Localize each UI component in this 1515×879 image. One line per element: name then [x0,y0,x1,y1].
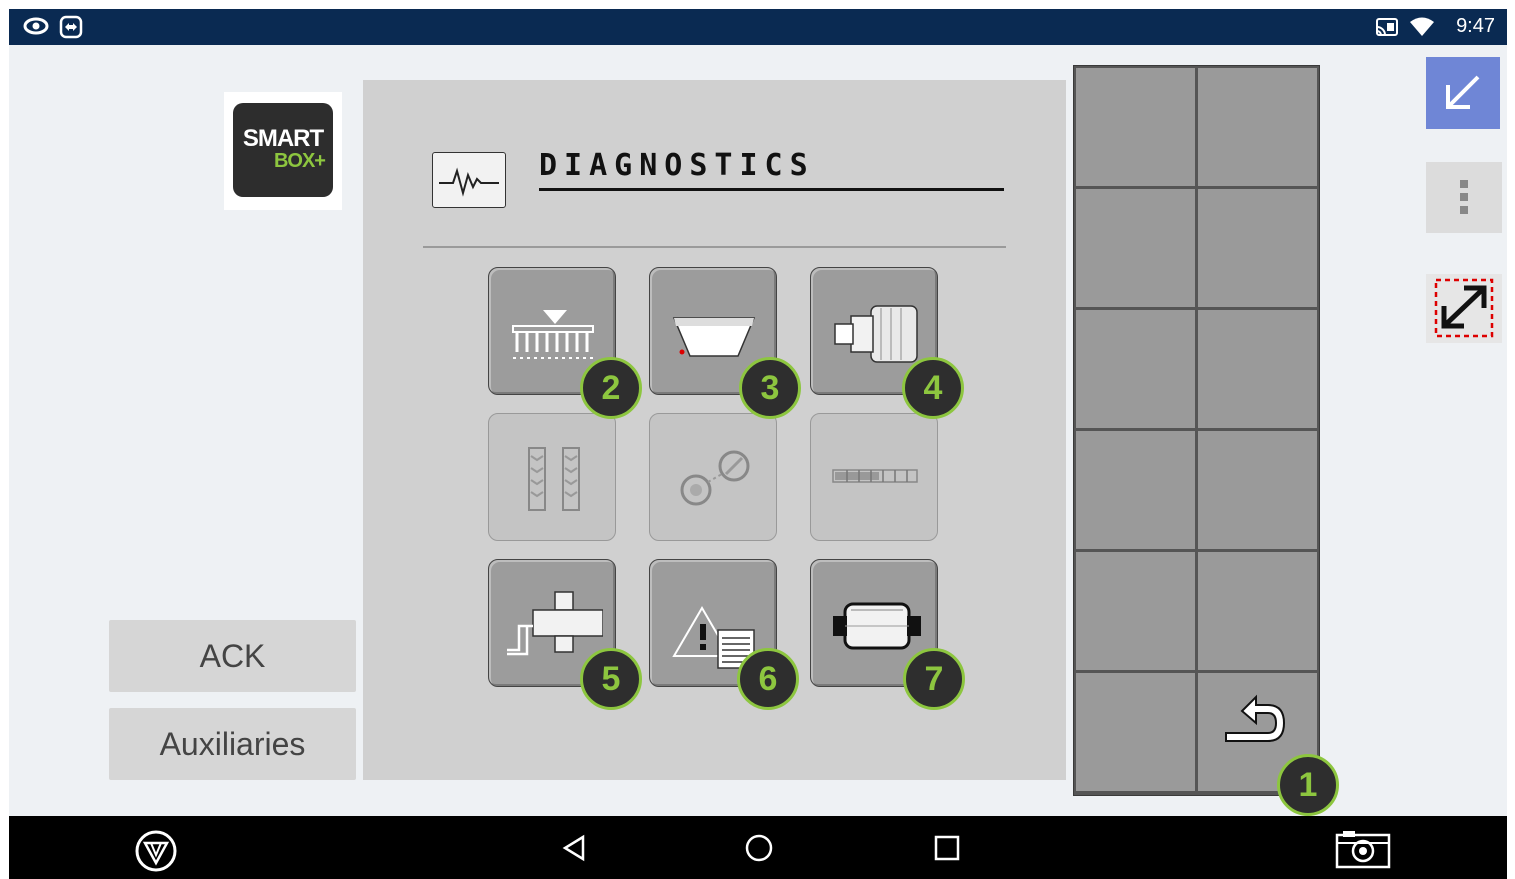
minimize-window-button[interactable] [1426,57,1500,129]
home-nav-icon[interactable] [744,833,774,867]
softkey-6[interactable] [1198,310,1317,428]
teamviewer-icon [59,15,83,43]
callout-badge-3: 3 [739,357,801,419]
softkey-7[interactable] [1076,431,1195,549]
softkey-11[interactable] [1076,673,1195,791]
back-nav-icon[interactable] [559,833,589,867]
callout-badge-5: 5 [580,648,642,710]
callout-badge-6: 6 [737,648,799,710]
resize-button[interactable] [1426,274,1502,343]
softkey-9[interactable] [1076,552,1195,670]
title-underline [539,188,1004,191]
heartbeat-icon [432,152,506,208]
softkey-4[interactable] [1198,189,1317,307]
resize-arrows-icon [1434,278,1494,338]
smartbox-logo: SMART BOX+ [224,92,342,210]
softkey-2[interactable] [1198,68,1317,186]
cast-icon [1375,17,1399,41]
softkey-grid: 1 [1073,65,1339,816]
kebab-menu-icon [1460,180,1468,214]
softkey-10[interactable] [1198,552,1317,670]
clock: 9:47 [1456,15,1495,37]
recents-nav-icon[interactable] [932,833,962,867]
calibration-tile[interactable] [649,413,777,541]
callout-badge-7: 7 [903,648,965,710]
wifi-icon [1409,17,1435,41]
tramline-tile[interactable] [488,413,616,541]
diagnostics-panel: DIAGNOSTICS 2 3 4 5 6 7 [363,80,1066,780]
more-options-button[interactable] [1426,162,1502,233]
softkey-8[interactable] [1198,431,1317,549]
softkey-3[interactable] [1076,189,1195,307]
calibration-icon [680,450,750,506]
ack-button[interactable]: ACK [109,620,356,692]
logo-text-line2: BOX+ [273,150,326,172]
divider [423,246,1006,248]
callout-badge-4: 4 [902,357,964,419]
section-bar-icon [832,469,918,483]
status-bar: 9:47 [9,9,1507,45]
eye-icon [23,15,49,41]
vicon-logo-icon[interactable] [133,829,179,877]
auxiliaries-button[interactable]: Auxiliaries [109,708,356,780]
section-bar-tile[interactable] [810,413,938,541]
callout-badge-1: 1 [1277,754,1339,816]
app-screen: 9:47 SMART BOX+ ACK Auxiliaries DIAGNOST… [9,9,1507,879]
callout-badge-2: 2 [580,357,642,419]
tramline-icon [528,447,580,511]
screenshot-camera-icon[interactable] [1335,829,1391,873]
arrow-down-left-icon [1446,75,1480,109]
logo-text-line1: SMART [242,125,324,152]
page-title: DIAGNOSTICS [539,148,815,183]
softkey-1[interactable] [1076,68,1195,186]
softkey-5[interactable] [1076,310,1195,428]
navigation-bar [9,816,1507,879]
